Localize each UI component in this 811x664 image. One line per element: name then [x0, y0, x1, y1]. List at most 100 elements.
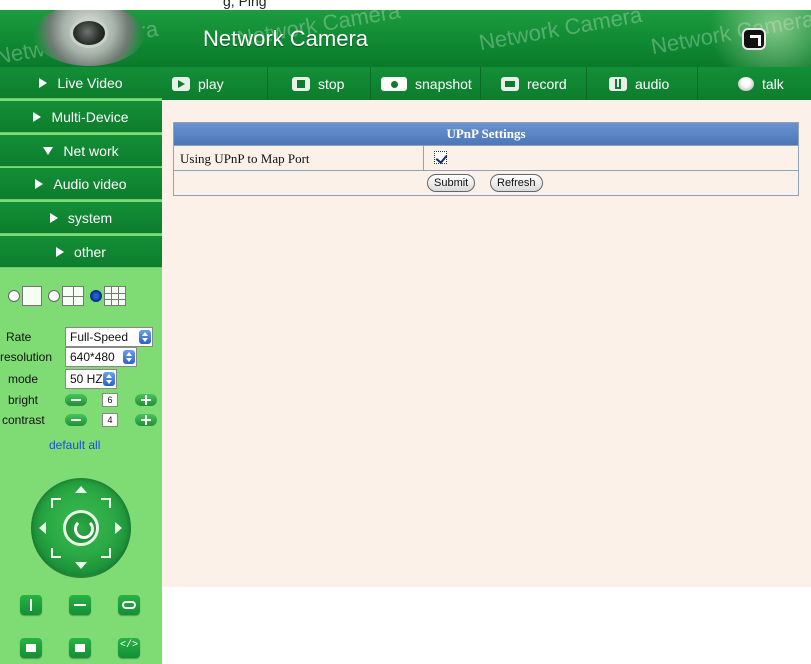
play-icon — [172, 76, 190, 91]
mode-value: 50 HZ — [70, 372, 103, 386]
resolution-label: resolution — [0, 350, 53, 364]
pan-down-icon[interactable] — [75, 562, 87, 569]
snapshot-icon — [381, 76, 407, 91]
code-icon[interactable] — [118, 638, 140, 658]
upnp-label: Using UPnP to Map Port — [180, 151, 310, 166]
resolution-control: resolution 640*480 — [0, 346, 162, 368]
quad-view-icon — [62, 286, 84, 306]
pan-down-left-icon[interactable] — [51, 548, 61, 558]
sidebar-item-live-video[interactable]: Live Video — [0, 67, 162, 99]
sidebar-item-label: system — [67, 209, 113, 226]
record-button[interactable]: record — [481, 67, 587, 100]
contrast-label: contrast — [2, 413, 45, 427]
camera-web-ui: g, Ping Network Camera Network Camera Ne… — [0, 0, 811, 664]
header-banner: Network Camera Network Camera Network Ca… — [0, 10, 811, 67]
bright-increase-button[interactable] — [135, 394, 157, 406]
sidebar-item-network[interactable]: Net work — [0, 135, 162, 167]
camera-logo — [34, 10, 144, 66]
spinner-icon — [123, 350, 135, 364]
cruise-icon[interactable] — [118, 595, 140, 615]
sidebar-item-audio-video[interactable]: Audio video — [0, 168, 162, 200]
record-icon — [501, 76, 519, 91]
snapshot-label: snapshot — [415, 75, 472, 92]
sidebar-item-label: other — [74, 243, 106, 260]
upnp-settings-panel: UPnP Settings Using UPnP to Map Port Sub… — [173, 122, 799, 196]
upnp-checkbox[interactable] — [434, 151, 447, 164]
top-strip-text: g, Ping — [223, 0, 267, 9]
pan-up-right-icon[interactable] — [101, 498, 111, 508]
record-label: record — [527, 75, 567, 92]
rate-control: Rate Full-Speed — [0, 326, 162, 348]
layout-radio-4[interactable] — [48, 290, 60, 302]
audio-label: audio — [635, 75, 670, 92]
button-row: Submit Refresh — [174, 170, 798, 195]
refresh-button[interactable]: Refresh — [490, 174, 543, 192]
ptz-control-pad[interactable] — [31, 478, 131, 578]
top-strip: g, Ping — [0, 0, 811, 10]
talk-button[interactable]: talk — [698, 67, 811, 100]
sidebar-item-label: Net work — [63, 142, 119, 159]
talk-label: talk — [762, 75, 784, 92]
page-title: Network Camera — [203, 26, 369, 51]
bright-value: 6 — [102, 393, 118, 407]
stop-label: stop — [318, 75, 345, 92]
caret-right-icon — [35, 178, 44, 189]
pan-up-icon[interactable] — [75, 486, 87, 493]
sidebar-item-multi-device[interactable]: Multi-Device — [0, 101, 162, 133]
audio-button[interactable]: audio — [587, 67, 698, 100]
preset-stop-icon[interactable] — [69, 638, 91, 658]
bright-control: bright 6 — [0, 389, 162, 411]
pan-down-right-icon[interactable] — [101, 548, 111, 558]
ptz-center-icon[interactable] — [63, 510, 99, 546]
cell-divider — [423, 146, 424, 170]
sidebar-item-system[interactable]: system — [0, 202, 162, 234]
submit-button[interactable]: Submit — [427, 174, 476, 192]
default-all-link[interactable]: default all — [49, 438, 100, 452]
sidebar: Live Video Multi-Device Net work Audio v… — [0, 67, 162, 664]
snapshot-button[interactable]: snapshot — [371, 67, 481, 100]
vertical-flip-icon[interactable] — [20, 595, 42, 615]
pan-left-icon[interactable] — [39, 522, 46, 534]
horizontal-flip-icon[interactable] — [69, 595, 91, 615]
rate-value: Full-Speed — [70, 330, 129, 344]
caret-right-icon — [33, 111, 42, 122]
split-layout-selector — [8, 286, 126, 306]
caret-right-icon — [56, 246, 65, 257]
layout-radio-9[interactable] — [90, 290, 102, 302]
bright-label: bright — [8, 393, 39, 407]
single-view-icon — [22, 286, 42, 306]
bright-decrease-button[interactable] — [65, 394, 87, 406]
contrast-value: 4 — [102, 413, 118, 427]
upnp-row: Using UPnP to Map Port — [174, 145, 798, 170]
contrast-increase-button[interactable] — [135, 414, 157, 426]
resolution-select[interactable]: 640*480 — [65, 347, 137, 367]
layout-radio-1[interactable] — [8, 290, 20, 302]
watermark-text: Network Camera — [476, 10, 644, 56]
rate-label: Rate — [6, 330, 32, 344]
sidebar-item-label: Multi-Device — [51, 108, 129, 125]
stop-button[interactable]: stop — [268, 67, 371, 100]
play-button[interactable]: play — [162, 67, 268, 100]
panel-title: UPnP Settings — [174, 123, 798, 145]
contrast-control: contrast 4 — [0, 409, 162, 431]
pan-right-icon[interactable] — [115, 522, 122, 534]
fullscreen-icon[interactable] — [742, 28, 766, 50]
stop-icon — [292, 76, 310, 91]
spinner-icon — [103, 372, 115, 386]
toolbar: play stop snapshot record audio talk — [162, 67, 811, 100]
caret-down-icon — [43, 146, 54, 155]
sidebar-item-other[interactable]: other — [0, 236, 162, 268]
sidebar-item-label: Audio video — [53, 175, 127, 192]
pan-up-left-icon[interactable] — [51, 498, 61, 508]
mode-select[interactable]: 50 HZ — [65, 369, 117, 389]
contrast-decrease-button[interactable] — [65, 414, 87, 426]
sidebar-item-label: Live Video — [57, 74, 123, 91]
spinner-icon — [139, 330, 151, 344]
resolution-value: 640*480 — [70, 350, 115, 364]
nine-view-icon — [104, 286, 126, 306]
mode-label: mode — [8, 372, 39, 386]
audio-icon — [609, 76, 627, 91]
preset-stop-icon[interactable] — [20, 638, 42, 658]
main-content: UPnP Settings Using UPnP to Map Port Sub… — [162, 100, 811, 587]
rate-select[interactable]: Full-Speed — [65, 327, 153, 347]
